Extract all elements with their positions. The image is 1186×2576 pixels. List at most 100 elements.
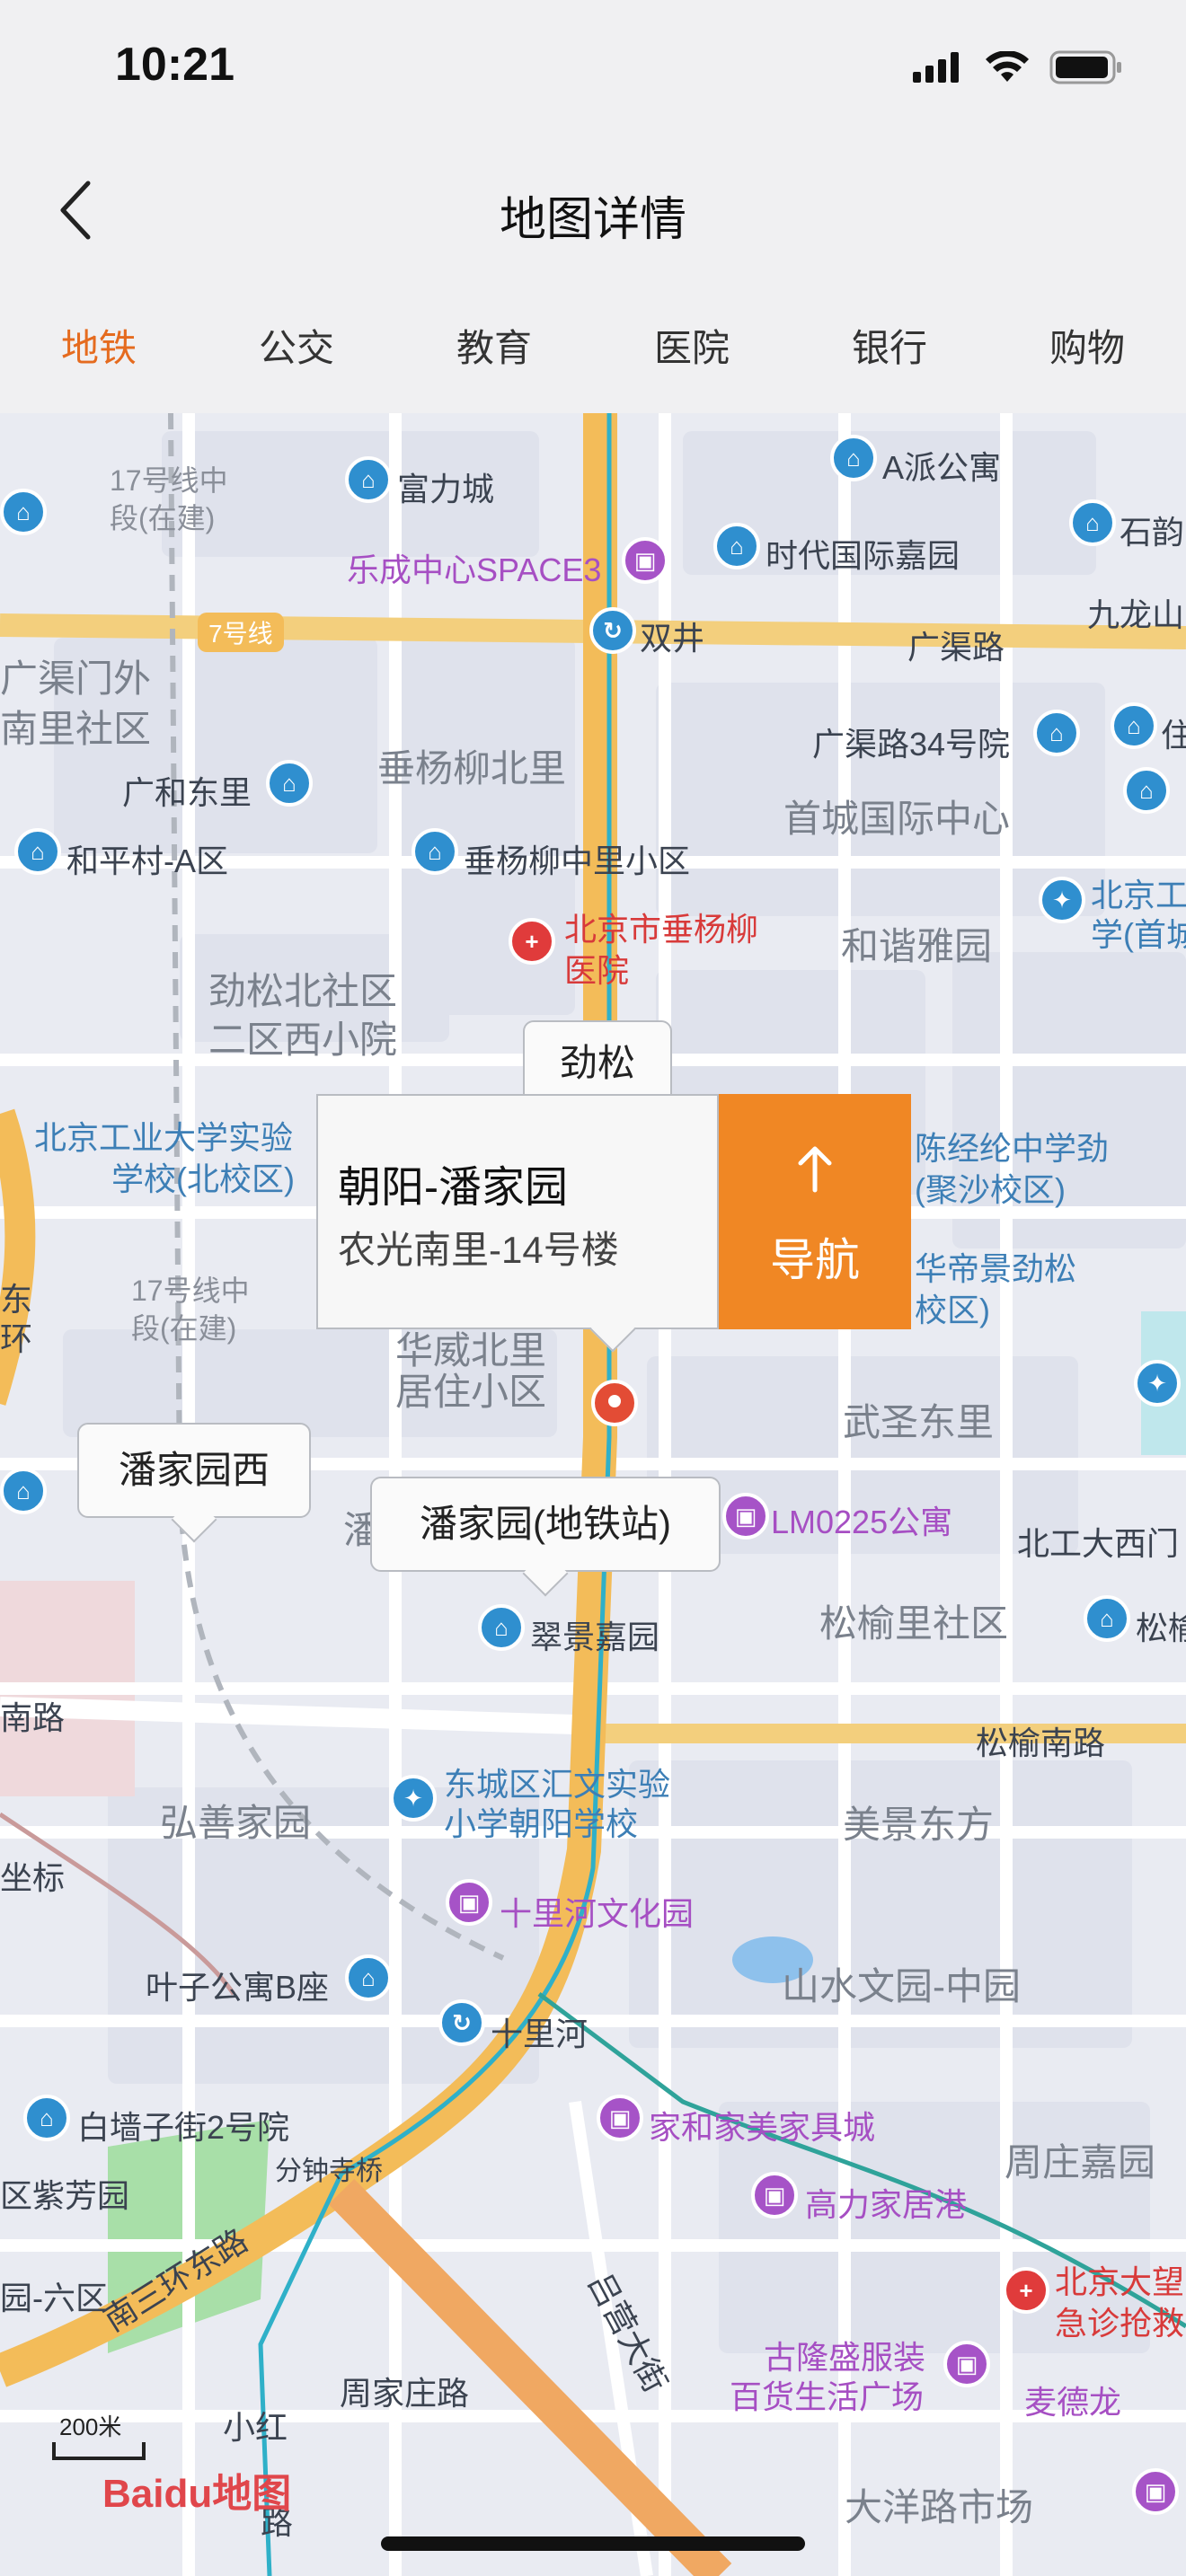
residential-poi-icon[interactable]: ⌂ (0, 489, 47, 535)
map-label: 松榆 (1136, 1610, 1186, 1646)
hospital-poi-icon[interactable]: + (1003, 2267, 1049, 2314)
map-label: 美景东方 (843, 1804, 995, 1846)
tab-education[interactable]: 教育 (395, 283, 593, 413)
map-view[interactable]: ⌂ ⌂ ⌂ ⌂ ▣ ⌂ ↻ ⌂ ⌂ ⌂ ⌂ ⌂ ⌂ ✦ + ✦ ⌂ ▣ ⌂ ⌂ … (0, 413, 1186, 2576)
battery-icon (1049, 50, 1121, 84)
map-label: 急诊抢救 (1055, 2305, 1185, 2342)
shopping-poi-icon[interactable]: ▣ (751, 2172, 798, 2219)
subway-station-icon[interactable]: ↻ (438, 1999, 485, 2046)
shopping-poi-icon[interactable]: ▣ (622, 537, 668, 584)
residential-poi-icon[interactable]: ⌂ (1111, 702, 1157, 749)
station-bubble-panjiayuan-xi[interactable]: 潘家园西 (77, 1423, 311, 1543)
station-bubble-label: 潘家园西 (118, 1449, 270, 1491)
navigate-button[interactable]: 导航 (719, 1094, 911, 1329)
map-label: 校区) (915, 1292, 990, 1328)
map-label: 九龙山 (1087, 596, 1185, 633)
tab-bus[interactable]: 公交 (198, 283, 395, 413)
residential-poi-icon[interactable]: ⌂ (1033, 710, 1080, 756)
map-label: A派公寓 (882, 449, 1002, 486)
map-label: 陈经纶中学劲 (915, 1130, 1110, 1167)
residential-poi-icon[interactable]: ⌂ (266, 760, 313, 807)
tab-bank[interactable]: 银行 (791, 283, 988, 413)
status-icons (913, 50, 1123, 84)
map-label: 松榆里社区 (819, 1602, 1009, 1645)
subway-station-icon[interactable]: ↻ (589, 607, 636, 654)
location-address: 农光南里-14号楼 (338, 1229, 619, 1271)
tab-shopping[interactable]: 购物 (988, 283, 1186, 413)
map-scale: 200米 (52, 2409, 146, 2465)
school-poi-icon[interactable]: ✦ (1039, 877, 1085, 923)
station-bubble-panjiayuan[interactable]: 潘家园(地铁站) (370, 1477, 721, 1597)
residential-poi-icon[interactable]: ⌂ (1084, 1595, 1130, 1642)
location-title: 朝阳-潘家园 (338, 1164, 568, 1212)
tab-subway[interactable]: 地铁 (0, 283, 198, 413)
shopping-poi-icon[interactable]: ▣ (597, 2095, 643, 2141)
location-info-window[interactable]: 朝阳-潘家园 农光南里-14号楼 导航 (316, 1094, 911, 1353)
map-label: 百货生活广场 (730, 2378, 925, 2415)
map-label: 北京工业大学实验 (34, 1119, 294, 1156)
map-label: 白墙子街2号院 (77, 2109, 290, 2146)
map-label: 周庄嘉园 (1005, 2141, 1156, 2183)
hospital-poi-icon[interactable]: + (509, 918, 555, 965)
map-label: 区紫芳园 (0, 2177, 130, 2214)
residential-poi-icon[interactable]: ⌂ (1123, 767, 1170, 814)
map-label: 南里社区 (0, 708, 152, 750)
home-indicator[interactable] (381, 2536, 805, 2551)
shopping-poi-icon[interactable]: ▣ (943, 2341, 990, 2387)
map-label: 广渠门外 (0, 657, 152, 700)
map-label: 麦德龙 (1024, 2384, 1122, 2421)
map-label: 时代国际嘉园 (766, 537, 960, 574)
map-label: 段(在建) (110, 502, 216, 534)
map-label: 南路 (0, 1699, 66, 1736)
status-bar: 10:21 (0, 0, 1186, 135)
map-label: 二区西小院 (208, 1019, 398, 1061)
map-label: 叶子公寓B座 (146, 1969, 330, 2006)
map-label: 学校(北校区) (111, 1160, 295, 1197)
station-bubble-label: 劲松 (559, 1042, 635, 1084)
map-label: 首城国际中心 (783, 798, 1011, 840)
map-label: 弘善家园 (160, 1802, 312, 1844)
map-label: 十里河 (491, 2016, 589, 2052)
location-pin-icon[interactable] (589, 1378, 640, 1432)
road-shield: 7号线 (198, 613, 284, 652)
shopping-poi-icon[interactable]: ▣ (446, 1879, 492, 1926)
map-label: 广和东里 (122, 774, 252, 811)
tab-hospital[interactable]: 医院 (593, 283, 791, 413)
map-label: 劲松北社区 (208, 970, 398, 1012)
map-label: 学(首城 (1091, 916, 1186, 953)
map-label: 园-六区 (0, 2280, 108, 2316)
map-label: 武圣东里 (843, 1401, 995, 1443)
map-label: 大洋路市场 (845, 2486, 1034, 2528)
residential-poi-icon[interactable]: ⌂ (478, 1604, 525, 1651)
residential-poi-icon[interactable]: ⌂ (345, 456, 392, 503)
navigation-arrow-icon (798, 1146, 832, 1193)
residential-poi-icon[interactable]: ⌂ (14, 828, 61, 875)
navigate-label: 导航 (770, 1235, 860, 1285)
category-tabs: 地铁 公交 教育 医院 银行 购物 (0, 283, 1186, 413)
residential-poi-icon[interactable]: ⌂ (0, 1468, 47, 1514)
residential-poi-icon[interactable]: ⌂ (830, 435, 877, 481)
residential-poi-icon[interactable]: ⌂ (23, 2095, 70, 2141)
school-poi-icon[interactable]: ✦ (1134, 1360, 1181, 1407)
apartment-poi-icon[interactable]: ▣ (722, 1493, 769, 1539)
map-label: 北京市垂杨柳 (564, 911, 759, 948)
status-time: 10:21 (115, 39, 235, 91)
map-label: 居住小区 (395, 1371, 547, 1413)
map-label: 17号线中 (110, 464, 228, 497)
map-label: 十里河文化园 (500, 1895, 695, 1932)
map-label: 高力家居港 (805, 2186, 968, 2223)
map-label: 双井 (640, 620, 705, 657)
map-label: (聚沙校区) (915, 1171, 1066, 1208)
residential-poi-icon[interactable]: ⌂ (1069, 499, 1116, 546)
residential-poi-icon[interactable]: ⌂ (713, 523, 760, 569)
school-poi-icon[interactable]: ✦ (390, 1775, 437, 1822)
shopping-poi-icon[interactable]: ▣ (1132, 2468, 1179, 2515)
cellular-signal-icon (913, 52, 959, 83)
map-label: 翠景嘉园 (530, 1619, 660, 1655)
residential-poi-icon[interactable]: ⌂ (412, 828, 458, 875)
map-label: 住 (1161, 717, 1186, 754)
map-label: 段(在建) (131, 1312, 237, 1345)
info-card[interactable]: 朝阳-潘家园 农光南里-14号楼 (316, 1094, 719, 1329)
residential-poi-icon[interactable]: ⌂ (345, 1954, 392, 2001)
map-label: 坐标 (0, 1859, 66, 1896)
